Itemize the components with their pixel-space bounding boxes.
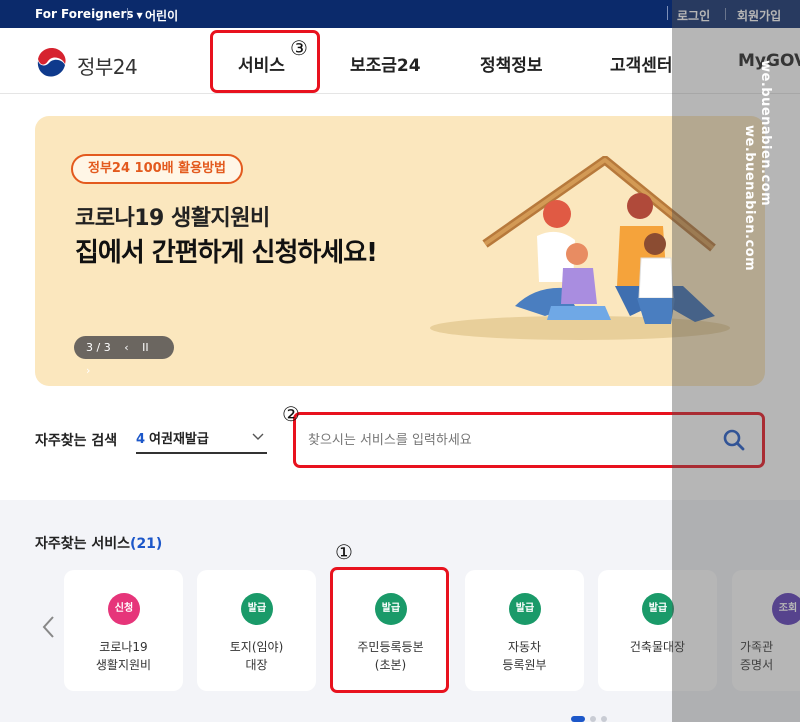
banner-pager: 3 / 3 ‹ II › bbox=[74, 336, 174, 377]
pager-count: 3 / 3 bbox=[86, 341, 111, 354]
for-foreigners-label: For Foreigners bbox=[35, 7, 134, 21]
annotation-number-2: ② bbox=[282, 402, 300, 426]
service-card-vehicle-register[interactable]: 발급 자동차 등록원부 bbox=[465, 570, 584, 691]
carousel-dots bbox=[571, 707, 612, 722]
divider bbox=[127, 8, 128, 20]
badge-issue: 발급 bbox=[509, 593, 541, 625]
watermark-text-1: we.buenabien.com bbox=[758, 60, 773, 207]
chevron-left-icon bbox=[42, 616, 54, 638]
divider bbox=[667, 6, 668, 20]
badge-issue: 발급 bbox=[241, 593, 273, 625]
service-card-corona-support[interactable]: 신청 코로나19 생활지원비 bbox=[64, 570, 183, 691]
service-card-land-register[interactable]: 발급 토지(임야) 대장 bbox=[197, 570, 316, 691]
carousel-dot-active[interactable] bbox=[571, 716, 585, 722]
kids-link[interactable]: 어린이 bbox=[145, 7, 178, 24]
frequent-search-select[interactable]: 4 여권재발급 bbox=[136, 428, 267, 454]
banner-headline-1: 코로나19 생활지원비 bbox=[75, 206, 270, 231]
annotation-number-3: ③ bbox=[290, 36, 308, 60]
logo-text: 정부24 bbox=[77, 55, 138, 79]
watermark-text-2: we.buenabien.com bbox=[742, 125, 757, 272]
select-value: 여권재발급 bbox=[149, 432, 209, 447]
caret-down-icon: ▼ bbox=[136, 11, 143, 20]
service-card-label: 코로나19 생활지원비 bbox=[95, 640, 152, 672]
next-slide-button[interactable]: › bbox=[86, 364, 90, 377]
services-count: (21) bbox=[130, 536, 163, 552]
carousel-dot[interactable] bbox=[590, 716, 596, 722]
service-card-label: 토지(임야) 대장 bbox=[229, 640, 284, 672]
frequent-search-label: 자주찾는 검색 bbox=[35, 433, 118, 449]
promo-banner[interactable]: 정부24 100배 활용방법 코로나19 생활지원비 집에서 간편하게 신청하세… bbox=[35, 116, 765, 386]
watermark-overlay bbox=[672, 0, 800, 722]
frequent-services-title: 자주찾는 서비스(21) bbox=[35, 533, 162, 553]
carousel-dot[interactable] bbox=[601, 716, 607, 722]
prev-slide-button[interactable]: ‹ bbox=[124, 341, 128, 354]
banner-pill: 정부24 100배 활용방법 bbox=[71, 154, 243, 184]
highlight-box-resident-registration bbox=[330, 567, 449, 693]
annotation-number-1: ① bbox=[335, 540, 353, 564]
chevron-down-icon bbox=[251, 430, 265, 448]
nav-policy-info[interactable]: 정책정보 bbox=[480, 51, 543, 76]
badge-issue: 발급 bbox=[642, 593, 674, 625]
pause-slide-button[interactable]: II bbox=[142, 341, 149, 354]
select-rank: 4 bbox=[136, 432, 146, 447]
services-title-text: 자주찾는 서비스 bbox=[35, 536, 131, 552]
nav-subsidy24[interactable]: 보조금24 bbox=[350, 51, 421, 76]
banner-headline-2: 집에서 간편하게 신청하세요! bbox=[75, 238, 378, 268]
search-input[interactable] bbox=[308, 428, 688, 452]
service-card-label: 자동차 등록원부 bbox=[502, 640, 547, 672]
gov24-logo[interactable]: 정부24 bbox=[35, 44, 145, 80]
carousel-prev-button[interactable] bbox=[40, 614, 56, 646]
taegeuk-logo-icon bbox=[36, 45, 70, 79]
nav-customer-center[interactable]: 고객센터 bbox=[610, 51, 673, 76]
badge-apply: 신청 bbox=[108, 593, 140, 625]
